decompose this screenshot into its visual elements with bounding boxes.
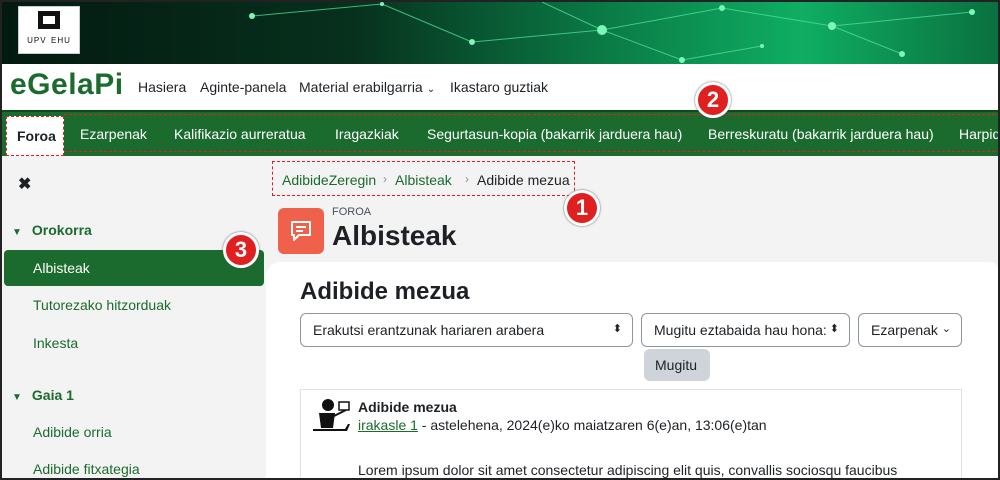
settings-dropdown[interactable]: Ezarpenak ⌄ xyxy=(858,313,962,347)
network-decoration xyxy=(249,2,975,63)
tab-forum-label: Foroa xyxy=(17,128,56,144)
chevron-down-icon: ⌄ xyxy=(941,323,951,335)
post-author-link[interactable]: irakasle 1 xyxy=(358,417,418,433)
chevron-down-icon: ▼ xyxy=(12,227,22,238)
section-general[interactable]: ▼ Orokorra xyxy=(12,222,92,238)
section-general-label: Orokorra xyxy=(31,222,92,238)
nav-link-useful-material-label: Material erabilgarria xyxy=(299,79,423,95)
chevron-down-icon: ⌄ xyxy=(426,84,436,95)
breadcrumb-forum[interactable]: Albisteak xyxy=(395,172,452,188)
chevron-right-icon: › xyxy=(383,172,387,186)
section-topic-1-label: Gaia 1 xyxy=(31,387,74,403)
post-meta: irakasle 1 - astelehena, 2024(e)ko maiat… xyxy=(358,417,767,433)
move-discussion-value: Mugitu eztabaida hau hona: xyxy=(654,322,827,338)
page-title: Albisteak xyxy=(332,220,457,251)
tab-filters[interactable]: Iragazkiak xyxy=(335,126,399,142)
post-subject: Adibide mezua xyxy=(358,399,457,415)
close-drawer-icon[interactable]: ✖ xyxy=(18,174,31,194)
breadcrumb-current: Adibide mezua xyxy=(477,172,570,188)
chevron-right-icon: › xyxy=(465,172,469,186)
sidebar-item-survey[interactable]: Inkesta xyxy=(33,335,78,351)
forum-icon xyxy=(278,208,324,254)
module-type-label: FOROA xyxy=(332,206,372,218)
display-mode-select[interactable]: Erakutsi erantzunak hariaren arabera ⬍ xyxy=(300,313,633,347)
move-button-label: Mugitu xyxy=(655,357,698,373)
teacher-avatar-icon xyxy=(313,399,350,431)
page: UPV EHU eGelaPi Hasiera Aginte-panela Ma… xyxy=(0,0,1000,480)
nav-link-dashboard[interactable]: Aginte-panela xyxy=(200,79,286,95)
nav-link-home[interactable]: Hasiera xyxy=(138,79,186,95)
nav-link-useful-material[interactable]: Material erabilgarria ⌄ xyxy=(299,79,435,95)
forum-post: Adibide mezua irakasle 1 - astelehena, 2… xyxy=(300,389,962,478)
tab-subscriptions[interactable]: Harpid xyxy=(959,126,998,142)
secondary-navigation: Foroa Ezarpenak Kalifikazio aurreratua I… xyxy=(2,110,998,156)
speech-bubble-icon xyxy=(291,221,311,241)
settings-dropdown-label: Ezarpenak xyxy=(871,322,938,338)
discussion-title: Adibide mezua xyxy=(300,278,470,305)
updown-arrows-icon: ⬍ xyxy=(612,323,622,335)
move-button[interactable]: Mugitu xyxy=(644,349,710,381)
main-region: AdibideZeregin › Albisteak › Adibide mez… xyxy=(266,156,998,478)
site-name[interactable]: eGelaPi xyxy=(10,68,124,102)
primary-navbar: eGelaPi Hasiera Aginte-panela Material e… xyxy=(2,64,998,108)
tab-restore[interactable]: Berreskuratu (bakarrik jarduera hau) xyxy=(708,126,934,142)
breadcrumb: AdibideZeregin › Albisteak › Adibide mez… xyxy=(272,161,575,196)
display-mode-value: Erakutsi erantzunak hariaren arabera xyxy=(313,322,545,338)
callout-badge-2: 2 xyxy=(695,82,731,118)
logo-text-left: UPV xyxy=(27,36,47,45)
logo-emblem-icon xyxy=(38,11,60,29)
tab-settings[interactable]: Ezarpenak xyxy=(80,126,147,142)
nav-link-all-courses[interactable]: Ikastaro guztiak xyxy=(450,79,548,95)
updown-arrows-icon: ⬍ xyxy=(829,323,839,335)
sidebar-item-example-file[interactable]: Adibide fitxategia xyxy=(33,461,140,477)
chevron-down-icon: ▼ xyxy=(12,392,22,403)
move-discussion-select[interactable]: Mugitu eztabaida hau hona: ⬍ xyxy=(641,313,850,347)
callout-badge-1: 1 xyxy=(564,190,600,226)
tab-forum[interactable]: Foroa xyxy=(6,116,64,156)
post-body: Lorem ipsum dolor sit amet consectetur a… xyxy=(358,462,898,478)
header-banner: UPV EHU xyxy=(2,2,998,64)
sidebar-item-news-label: Albisteak xyxy=(33,260,90,276)
tab-backup[interactable]: Segurtasun-kopia (bakarrik jarduera hau) xyxy=(427,126,682,142)
sidebar-item-tutor-appointments[interactable]: Tutorezako hitzorduak xyxy=(33,297,171,313)
post-date: - astelehena, 2024(e)ko maiatzaren 6(e)a… xyxy=(417,417,767,433)
university-logo[interactable]: UPV EHU xyxy=(18,6,80,54)
callout-badge-3: 3 xyxy=(223,232,259,268)
sidebar-item-example-page[interactable]: Adibide orria xyxy=(33,424,112,440)
course-index-drawer: ✖ ▼ Orokorra Albisteak Tutorezako hitzord… xyxy=(2,156,266,478)
tab-advanced-grading[interactable]: Kalifikazio aurreratua xyxy=(174,126,306,142)
breadcrumb-course[interactable]: AdibideZeregin xyxy=(282,172,376,188)
logo-text-right: EHU xyxy=(51,36,71,45)
section-topic-1[interactable]: ▼ Gaia 1 xyxy=(12,387,74,403)
discussion-card: Adibide mezua Erakutsi erantzunak hariar… xyxy=(266,262,998,478)
